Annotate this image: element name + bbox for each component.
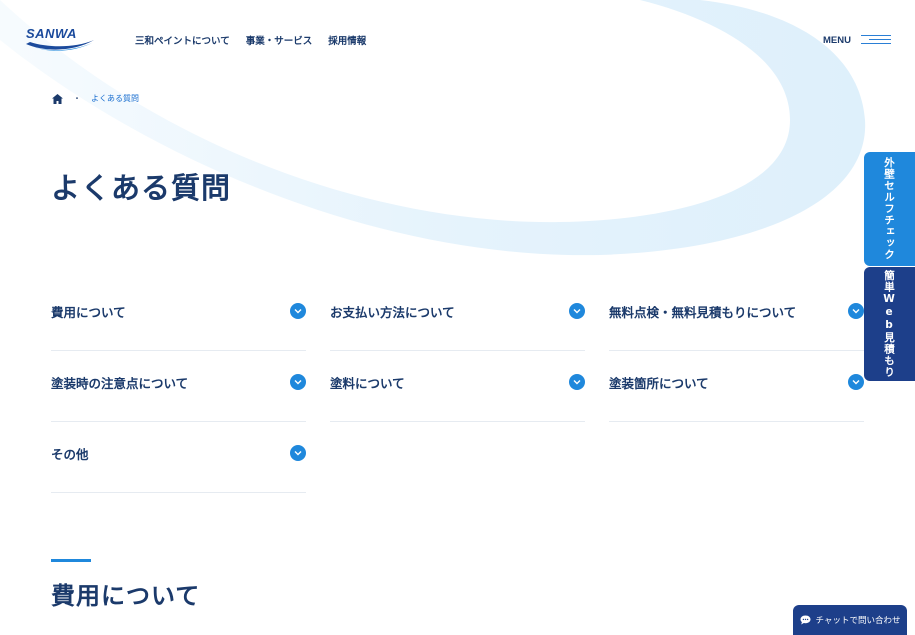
- faq-category-paint[interactable]: 塗料について: [330, 351, 585, 422]
- faq-category-cost[interactable]: 費用について: [51, 280, 306, 351]
- logo-swoosh-icon: [26, 40, 94, 51]
- home-icon[interactable]: [52, 93, 63, 104]
- chevron-down-icon: [569, 374, 585, 390]
- breadcrumb: ・ よくある質問: [52, 93, 139, 104]
- faq-category-painting-areas[interactable]: 塗装箇所について: [609, 351, 864, 422]
- category-label: お支払い方法について: [330, 305, 455, 320]
- breadcrumb-current: よくある質問: [91, 94, 139, 103]
- breadcrumb-separator: ・: [73, 94, 81, 103]
- category-label: 塗装時の注意点について: [51, 376, 189, 391]
- menu-button[interactable]: MENU: [823, 33, 891, 47]
- faq-category-free-inspection[interactable]: 無料点検・無料見積もりについて: [609, 280, 864, 351]
- side-tab-web-estimate[interactable]: 簡単Web見積もり: [864, 267, 915, 381]
- chat-bubble-icon: [800, 615, 811, 625]
- site-header: SANWA 三和ペイントについて 事業・サービス 採用情報 MENU: [0, 0, 915, 80]
- faq-category-other[interactable]: その他: [51, 422, 306, 493]
- category-label: 費用について: [51, 305, 126, 320]
- chat-label: チャットで問い合わせ: [815, 616, 901, 626]
- nav-item-about[interactable]: 三和ペイントについて: [135, 33, 230, 47]
- chevron-down-icon: [290, 303, 306, 319]
- section-accent-line: [51, 559, 91, 562]
- faq-category-painting-notes[interactable]: 塗装時の注意点について: [51, 351, 306, 422]
- faq-category-payment[interactable]: お支払い方法について: [330, 280, 585, 351]
- chevron-down-icon: [290, 445, 306, 461]
- menu-label: MENU: [823, 34, 851, 46]
- chevron-down-icon: [848, 374, 864, 390]
- category-label: 塗料について: [330, 376, 405, 391]
- chevron-down-icon: [290, 374, 306, 390]
- chat-contact-button[interactable]: チャットで問い合わせ: [793, 605, 907, 635]
- category-label: 無料点検・無料見積もりについて: [609, 305, 797, 320]
- sanwa-logo[interactable]: SANWA: [24, 26, 96, 54]
- section-title: 費用について: [51, 582, 201, 610]
- category-label: その他: [51, 447, 89, 462]
- nav-item-services[interactable]: 事業・サービス: [246, 33, 313, 47]
- nav-item-recruit[interactable]: 採用情報: [328, 33, 366, 47]
- chevron-down-icon: [569, 303, 585, 319]
- chevron-down-icon: [848, 303, 864, 319]
- hamburger-icon: [859, 33, 891, 47]
- main-nav: 三和ペイントについて 事業・サービス 採用情報: [135, 33, 366, 47]
- category-label: 塗装箇所について: [609, 376, 709, 391]
- page-title: よくある質問: [51, 171, 232, 205]
- side-tab-self-check[interactable]: 外壁セルフチェック: [864, 152, 915, 266]
